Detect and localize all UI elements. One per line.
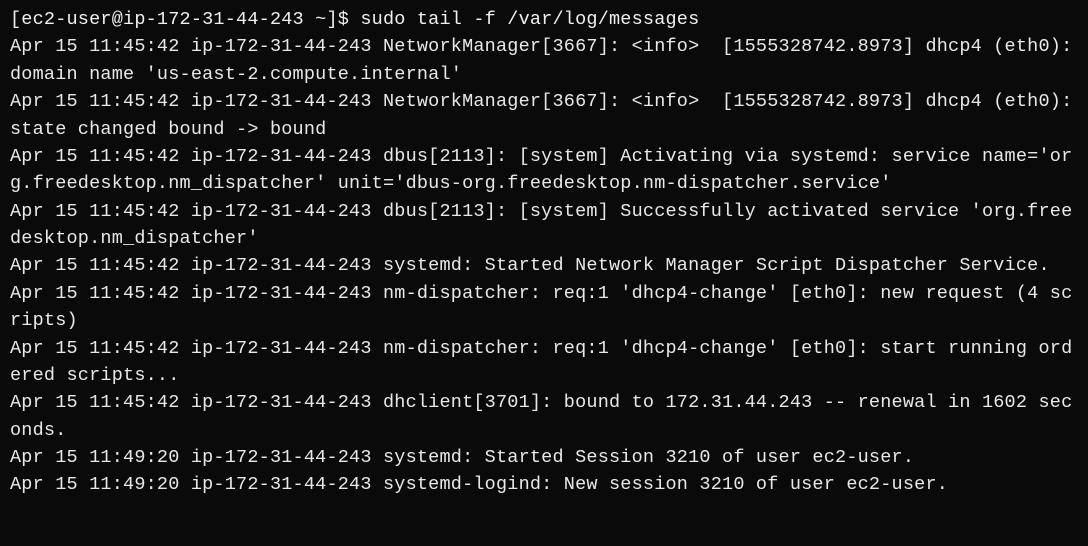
log-line: Apr 15 11:45:42 ip-172-31-44-243 nm-disp… [10, 338, 1072, 386]
log-line: Apr 15 11:45:42 ip-172-31-44-243 systemd… [10, 255, 1050, 276]
log-line: Apr 15 11:45:42 ip-172-31-44-243 Network… [10, 91, 1084, 139]
command-line: [ec2-user@ip-172-31-44-243 ~]$ sudo tail… [10, 9, 699, 30]
command-text: sudo tail -f /var/log/messages [360, 9, 699, 30]
log-line: Apr 15 11:45:42 ip-172-31-44-243 dbus[21… [10, 146, 1072, 194]
log-line: Apr 15 11:49:20 ip-172-31-44-243 systemd… [10, 474, 948, 495]
shell-prompt: [ec2-user@ip-172-31-44-243 ~]$ [10, 9, 360, 30]
terminal-window[interactable]: [ec2-user@ip-172-31-44-243 ~]$ sudo tail… [10, 6, 1078, 499]
log-line: Apr 15 11:45:42 ip-172-31-44-243 dhclien… [10, 392, 1072, 440]
log-line: Apr 15 11:45:42 ip-172-31-44-243 nm-disp… [10, 283, 1072, 331]
log-line: Apr 15 11:45:42 ip-172-31-44-243 Network… [10, 36, 1088, 84]
log-line: Apr 15 11:45:42 ip-172-31-44-243 dbus[21… [10, 201, 1072, 249]
log-line: Apr 15 11:49:20 ip-172-31-44-243 systemd… [10, 447, 914, 468]
